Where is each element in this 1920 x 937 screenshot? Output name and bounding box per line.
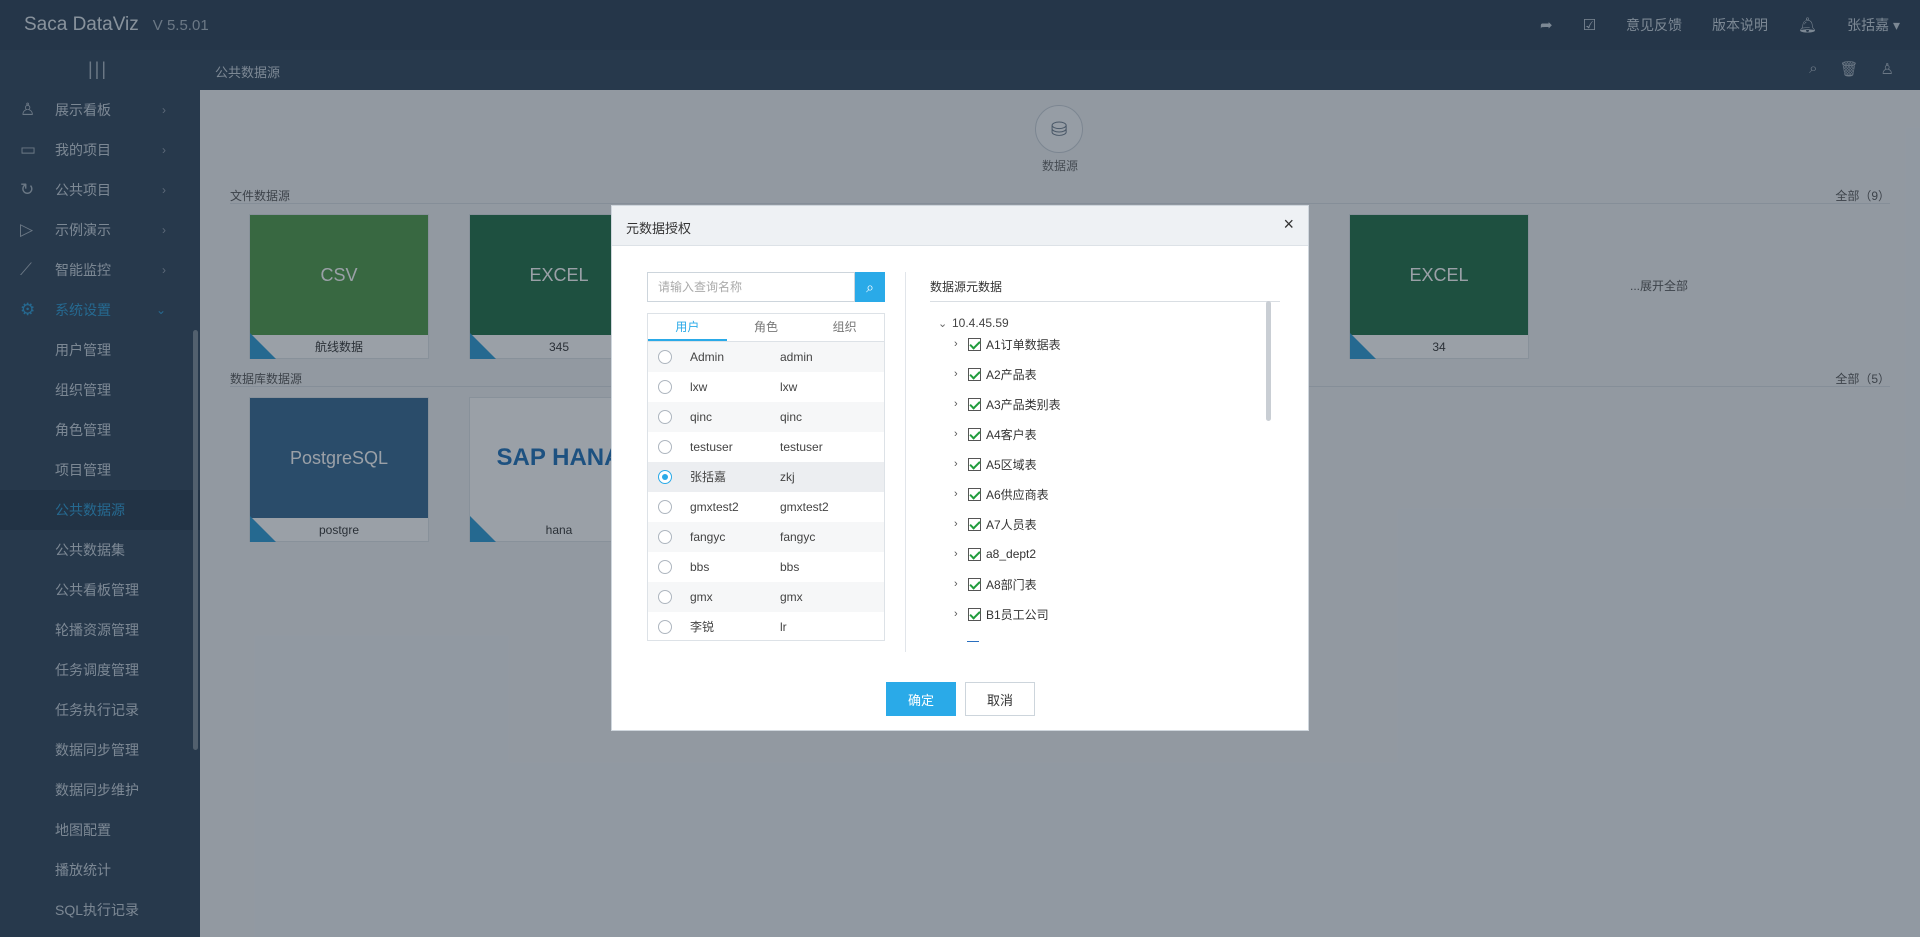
tree-node[interactable]: › A8部门表 [954, 574, 1037, 594]
radio-button[interactable] [658, 350, 672, 364]
tab-orgs[interactable]: 组织 [805, 314, 884, 341]
radio-button[interactable] [658, 500, 672, 514]
tree-overflow-marker [967, 641, 979, 642]
tree-node[interactable]: › A5区域表 [954, 454, 1037, 474]
chevron-right-icon[interactable]: › [954, 488, 968, 500]
user-row-selected[interactable]: 张括嘉 zkj [648, 462, 884, 492]
radio-button[interactable] [658, 410, 672, 424]
divider [930, 301, 1280, 302]
checkbox[interactable] [968, 517, 981, 531]
divider [905, 272, 906, 652]
subject-tabs: 用户 角色 组织 [647, 313, 885, 341]
checkbox[interactable] [968, 547, 981, 561]
radio-button[interactable] [658, 590, 672, 604]
user-row[interactable]: gmxtest2 gmxtest2 [648, 492, 884, 522]
radio-button[interactable] [658, 440, 672, 454]
checkbox[interactable] [968, 607, 981, 621]
chevron-down-icon[interactable]: ⌄ [938, 317, 952, 330]
tab-roles[interactable]: 角色 [727, 314, 806, 341]
search-button[interactable]: ⌕ [855, 272, 885, 302]
user-row[interactable]: gmx gmx [648, 582, 884, 612]
tree-node[interactable]: › A7人员表 [954, 514, 1037, 534]
radio-button-selected[interactable] [658, 470, 672, 484]
chevron-right-icon[interactable]: › [954, 338, 968, 350]
radio-button[interactable] [658, 530, 672, 544]
checkbox[interactable] [968, 487, 981, 501]
close-icon[interactable]: × [1283, 214, 1294, 235]
tree-node[interactable]: › A6供应商表 [954, 484, 1049, 504]
user-row[interactable]: lxw lxw [648, 372, 884, 402]
cancel-button[interactable]: 取消 [965, 682, 1035, 716]
radio-button[interactable] [658, 380, 672, 394]
chevron-right-icon[interactable]: › [954, 368, 968, 380]
tree-node[interactable]: › A4客户表 [954, 424, 1037, 444]
user-row[interactable]: bbs bbs [648, 552, 884, 582]
dialog-header: 元数据授权 × [612, 206, 1308, 246]
radio-button[interactable] [658, 620, 672, 634]
tree-root[interactable]: ⌄ 10.4.45.59 [938, 316, 1009, 330]
user-row[interactable]: testuser testuser [648, 432, 884, 462]
tree-node[interactable]: › B1员工公司 [954, 604, 1049, 624]
search-icon: ⌕ [866, 278, 874, 295]
chevron-right-icon[interactable]: › [954, 548, 968, 560]
user-row[interactable]: qinc qinc [648, 402, 884, 432]
user-row[interactable]: 李锐 lr [648, 612, 884, 640]
user-row[interactable]: Admin admin [648, 342, 884, 372]
tree-node[interactable]: › A2产品表 [954, 364, 1037, 384]
metadata-tree: ⌄ 10.4.45.59 › A1订单数据表 › A2产品表 › A3产品类别表 › A4… [930, 306, 1280, 651]
checkbox[interactable] [968, 577, 981, 591]
chevron-right-icon[interactable]: › [954, 428, 968, 440]
radio-button[interactable] [658, 560, 672, 574]
chevron-right-icon[interactable]: › [954, 608, 968, 620]
dialog-title: 元数据授权 [626, 221, 692, 236]
metadata-title: 数据源元数据 [930, 280, 1003, 294]
tab-users[interactable]: 用户 [648, 314, 727, 341]
checkbox[interactable] [968, 427, 981, 441]
chevron-right-icon[interactable]: › [954, 518, 968, 530]
tree-scrollbar[interactable] [1266, 301, 1271, 421]
search-input[interactable] [647, 272, 855, 302]
tree-node[interactable]: › A3产品类别表 [954, 394, 1061, 414]
checkbox[interactable] [968, 337, 981, 351]
metadata-auth-dialog: 元数据授权 × ⌕ 用户 角色 组织 Adminadmin lxwlxw qin… [611, 205, 1309, 731]
user-list: Admin admin lxw lxw qinc qinc testuser testu… [647, 341, 885, 641]
checkbox[interactable] [968, 397, 981, 411]
checkbox[interactable] [968, 457, 981, 471]
tree-node[interactable]: › A1订单数据表 [954, 334, 1061, 354]
user-row[interactable]: fangyc fangyc [648, 522, 884, 552]
chevron-right-icon[interactable]: › [954, 578, 968, 590]
tree-node[interactable]: › a8_dept2 [954, 544, 1036, 564]
confirm-button[interactable]: 确定 [886, 682, 956, 716]
chevron-right-icon[interactable]: › [954, 458, 968, 470]
chevron-right-icon[interactable]: › [954, 398, 968, 410]
checkbox[interactable] [968, 367, 981, 381]
